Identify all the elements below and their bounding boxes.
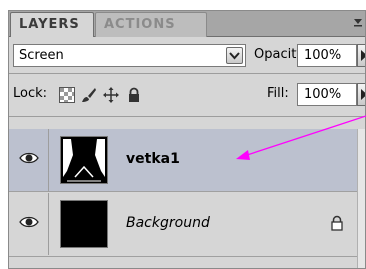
triangle-right-icon bbox=[361, 89, 365, 100]
lock-label: Lock: bbox=[13, 86, 48, 101]
lock-all-icon[interactable] bbox=[126, 87, 142, 103]
triangle-right-icon bbox=[361, 50, 365, 61]
opacity-slider-button[interactable] bbox=[357, 44, 365, 67]
eye-icon bbox=[19, 216, 39, 228]
layer-visibility-toggle[interactable] bbox=[9, 193, 49, 255]
tab-actions[interactable]: ACTIONS bbox=[95, 12, 207, 37]
divider bbox=[9, 256, 357, 257]
blend-mode-select[interactable]: Screen bbox=[13, 44, 246, 67]
layer-name[interactable]: vetka1 bbox=[126, 151, 180, 167]
layer-row-background[interactable]: Background bbox=[9, 193, 357, 255]
layer-row-vetka1[interactable]: vetka1 bbox=[9, 129, 357, 191]
layer-thumbnail bbox=[60, 200, 108, 248]
lock-position-icon[interactable] bbox=[103, 87, 119, 103]
lock-icon bbox=[331, 215, 343, 231]
layer-visibility-toggle[interactable] bbox=[9, 129, 49, 191]
layer-thumbnail bbox=[60, 136, 108, 184]
divider bbox=[9, 73, 365, 74]
layer-name[interactable]: Background bbox=[126, 215, 210, 231]
lock-transparent-pixels-icon[interactable] bbox=[59, 87, 75, 103]
chevron-down-icon[interactable] bbox=[226, 47, 243, 64]
panel-tab-bar: LAYERS ACTIONS bbox=[9, 11, 365, 37]
fill-slider-button[interactable] bbox=[357, 83, 365, 106]
tab-layers[interactable]: LAYERS bbox=[10, 12, 94, 37]
opacity-value: 100% bbox=[304, 48, 342, 63]
opacity-field[interactable]: 100% bbox=[297, 44, 357, 67]
lock-image-pixels-icon[interactable] bbox=[81, 87, 97, 103]
divider bbox=[9, 116, 365, 117]
fill-label: Fill: bbox=[267, 86, 289, 101]
fill-value: 100% bbox=[304, 87, 342, 102]
blend-mode-value: Screen bbox=[19, 48, 64, 63]
eye-icon bbox=[19, 152, 39, 164]
fill-field[interactable]: 100% bbox=[297, 83, 357, 106]
scrollbar[interactable] bbox=[357, 129, 365, 268]
panel-menu-icon[interactable] bbox=[353, 17, 363, 29]
divider bbox=[9, 191, 357, 192]
layers-panel: LAYERS ACTIONS Screen Opacity: 100% Lock… bbox=[8, 10, 366, 269]
